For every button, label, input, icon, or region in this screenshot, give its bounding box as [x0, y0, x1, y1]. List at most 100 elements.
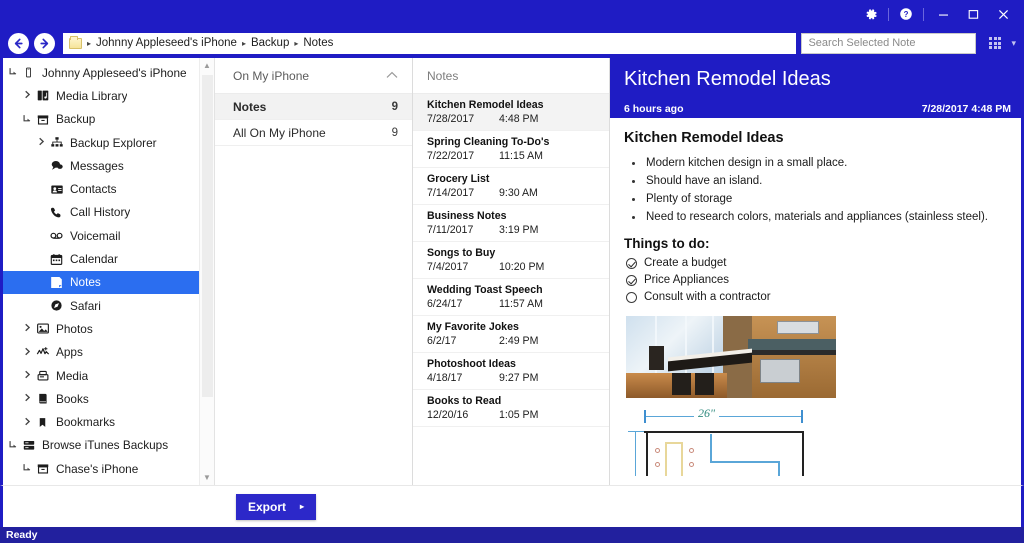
note-item-time: 11:57 AM: [499, 297, 543, 311]
maximize-button[interactable]: [958, 3, 988, 25]
modern-kitchen-photo: [626, 316, 836, 398]
help-icon[interactable]: ?: [893, 3, 919, 25]
sidebar-item-chase-s-iphone[interactable]: Chase's iPhone: [3, 457, 214, 480]
breadcrumb-item-device[interactable]: Johnny Appleseed's iPhone: [96, 37, 237, 49]
checked-circle-icon[interactable]: [626, 258, 637, 269]
note-list-item[interactable]: Songs to Buy7/4/201710:20 PM: [413, 242, 609, 279]
note-list-item[interactable]: Kitchen Remodel Ideas7/28/20174:48 PM: [413, 94, 609, 131]
twisty-expanded-icon[interactable]: [7, 440, 20, 451]
photo-icon: [34, 322, 51, 336]
empty-circle-icon[interactable]: [626, 292, 637, 303]
sidebar-item-apps[interactable]: Apps: [3, 341, 214, 364]
sidebar-scroll-track[interactable]: [200, 73, 215, 470]
blueprint-inner-vertical-2: [778, 461, 780, 476]
note-item-time: 10:20 PM: [499, 260, 544, 274]
status-text: Ready: [6, 529, 38, 541]
minimize-button[interactable]: [928, 3, 958, 25]
sidebar-item-backup-explorer[interactable]: Backup Explorer: [3, 480, 214, 485]
settings-gear-icon[interactable]: [858, 3, 884, 25]
sidebar-item-bookmarks[interactable]: Bookmarks: [3, 410, 214, 433]
chevron-right-icon[interactable]: [21, 370, 34, 381]
grid-view-icon[interactable]: [989, 37, 1001, 49]
breadcrumb-item-notes[interactable]: Notes: [303, 37, 333, 49]
note-detail-title: Kitchen Remodel Ideas: [610, 58, 1021, 100]
blueprint-inner-horizontal: [710, 461, 780, 463]
note-item-date: 12/20/16: [427, 408, 499, 422]
twisty-expanded-icon[interactable]: [21, 463, 34, 474]
note-list-item[interactable]: Books to Read12/20/161:05 PM: [413, 390, 609, 427]
note-list-item[interactable]: Grocery List7/14/20179:30 AM: [413, 168, 609, 205]
sidebar-item-calendar[interactable]: Calendar: [3, 247, 214, 270]
scroll-up-icon[interactable]: ▲: [200, 58, 215, 73]
sidebar-item-label: Media Library: [56, 89, 127, 103]
blueprint-dimension-line: [644, 416, 802, 417]
status-bar: Ready: [0, 527, 1024, 543]
sidebar-item-call-history[interactable]: Call History: [3, 201, 214, 224]
blueprint-tick-right: [801, 410, 803, 423]
sidebar-item-label: Browse iTunes Backups: [42, 438, 168, 452]
sidebar-item-voicemail[interactable]: Voicemail: [3, 224, 214, 247]
sidebar-scroll-thumb[interactable]: [202, 75, 213, 397]
sidebar-item-photos[interactable]: Photos: [3, 317, 214, 340]
note-list-item[interactable]: Photoshoot Ideas4/18/179:27 PM: [413, 353, 609, 390]
sidebar-item-media[interactable]: Media: [3, 364, 214, 387]
sidebar-item-label: Safari: [70, 299, 101, 313]
notes-list: Kitchen Remodel Ideas7/28/20174:48 PMSpr…: [413, 94, 609, 427]
sidebar-item-johnny-appleseed-s-iphone[interactable]: Johnny Appleseed's iPhone: [3, 61, 214, 84]
sidebar-item-media-library[interactable]: Media Library: [3, 84, 214, 107]
blueprint-circle-1: [655, 448, 660, 453]
photo-chair: [649, 346, 664, 371]
sidebar-item-messages[interactable]: Messages: [3, 154, 214, 177]
chevron-right-icon[interactable]: [35, 137, 48, 148]
chevron-right-icon[interactable]: [21, 347, 34, 358]
scroll-down-icon[interactable]: ▼: [200, 470, 215, 485]
todo-item[interactable]: Create a budget: [624, 255, 1005, 272]
todo-item[interactable]: Consult with a contractor: [624, 289, 1005, 306]
chevron-up-icon[interactable]: [386, 70, 398, 82]
chat-bubble-icon: [48, 159, 65, 173]
chevron-right-icon[interactable]: [21, 417, 34, 428]
checked-circle-icon[interactable]: [626, 275, 637, 286]
sidebar-item-label: Media: [56, 369, 88, 383]
sidebar-scrollbar[interactable]: ▲ ▼: [199, 58, 214, 485]
note-list-item[interactable]: Business Notes7/11/20173:19 PM: [413, 205, 609, 242]
sidebar-item-books[interactable]: Books: [3, 387, 214, 410]
twisty-expanded-icon[interactable]: [21, 114, 34, 125]
note-list-item[interactable]: My Favorite Jokes6/2/172:49 PM: [413, 316, 609, 353]
note-body-heading: Kitchen Remodel Ideas: [624, 130, 1005, 146]
chevron-right-icon[interactable]: [21, 90, 34, 101]
forward-arrow-icon[interactable]: [34, 33, 55, 54]
todo-item[interactable]: Price Appliances: [624, 272, 1005, 289]
back-arrow-icon[interactable]: [8, 33, 29, 54]
notes-list-header-label: Notes: [427, 69, 458, 83]
export-button[interactable]: Export ▸: [236, 494, 316, 520]
sidebar-item-browse-itunes-backups[interactable]: Browse iTunes Backups: [3, 434, 214, 457]
note-list-item[interactable]: Wedding Toast Speech6/24/1711:57 AM: [413, 279, 609, 316]
folder-group-header[interactable]: On My iPhone: [215, 58, 412, 94]
folder-row[interactable]: Notes9: [215, 94, 412, 120]
sidebar-item-contacts[interactable]: Contacts: [3, 177, 214, 200]
folder-row[interactable]: All On My iPhone9: [215, 120, 412, 146]
sidebar-tree: Johnny Appleseed's iPhone Media Library Ba…: [3, 58, 214, 485]
sidebar-item-backup-explorer[interactable]: Backup Explorer: [3, 131, 214, 154]
folder-icon: [69, 38, 82, 49]
chevron-right-icon[interactable]: [21, 323, 34, 334]
note-bullet: Need to research colors, materials and a…: [624, 208, 1005, 226]
breadcrumb-item-backup[interactable]: Backup: [251, 37, 289, 49]
sidebar-item-safari[interactable]: Safari: [3, 294, 214, 317]
note-list-item[interactable]: Spring Cleaning To-Do's7/22/201711:15 AM: [413, 131, 609, 168]
search-input[interactable]: [801, 33, 976, 54]
sidebar-item-label: Chase's iPhone: [56, 462, 138, 476]
close-button[interactable]: [988, 3, 1018, 25]
blueprint-right-wall: [802, 431, 804, 476]
breadcrumb[interactable]: ▸ Johnny Appleseed's iPhone ▸ Backup ▸ N…: [63, 33, 796, 54]
note-item-time: 1:05 PM: [499, 408, 538, 422]
twisty-expanded-icon[interactable]: [7, 67, 20, 78]
note-item-time: 9:30 AM: [499, 186, 538, 200]
chevron-down-icon[interactable]: ▾: [1011, 38, 1016, 49]
note-item-date: 7/22/2017: [427, 149, 499, 163]
sidebar-item-notes[interactable]: Notes: [3, 271, 214, 294]
chevron-right-icon[interactable]: [21, 393, 34, 404]
sidebar-item-backup[interactable]: Backup: [3, 108, 214, 131]
sidebar-item-label: Johnny Appleseed's iPhone: [42, 66, 187, 80]
